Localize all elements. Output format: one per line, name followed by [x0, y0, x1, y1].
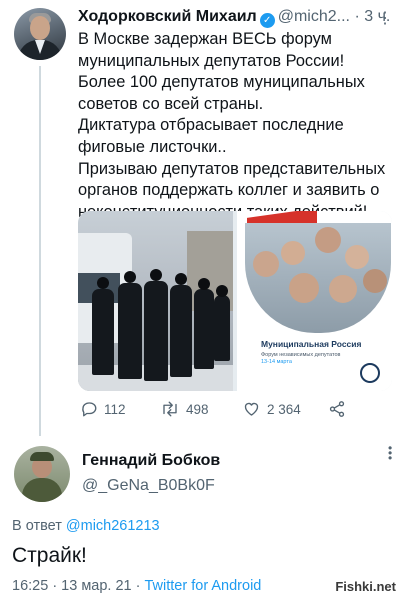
- poster-subtitle-text: Форум независимых депутатов: [261, 352, 341, 358]
- poster-logo-icon: [360, 363, 380, 383]
- verified-badge-icon: ✓: [259, 13, 275, 28]
- author-avatar[interactable]: [14, 8, 66, 60]
- client-link[interactable]: Twitter for Android: [145, 578, 262, 594]
- author-handle[interactable]: @mich2...: [278, 8, 350, 25]
- share-icon: [329, 401, 345, 417]
- reply-text: Страйк!: [12, 544, 87, 567]
- tweet-text: В Москве задержан ВЕСЬ форум муниципальн…: [78, 29, 396, 223]
- reply-to-mention-link[interactable]: @mich261213: [66, 518, 160, 534]
- thread-connector-line: [39, 66, 41, 436]
- reply-author-avatar[interactable]: [14, 446, 70, 502]
- header-separator: ·: [354, 8, 360, 25]
- reply-meta: 16:25 · 13 мар. 21 · Twitter for Android: [12, 578, 261, 594]
- reply-to-label: В ответ: [12, 518, 62, 534]
- reply-timestamp: 16:25 · 13 мар. 21 ·: [12, 578, 145, 594]
- tweet-header: Ходорковский Михаил ✓ @mich2... · 3 ч.: [78, 8, 396, 28]
- tweet-media: Муниципальная Россия Форум независимых д…: [78, 211, 392, 391]
- retweet-button[interactable]: 498: [160, 400, 209, 418]
- watermark: Fishki.net: [331, 577, 400, 596]
- like-count: 2 364: [267, 401, 301, 417]
- poster-title: Муниципальная Россия: [261, 339, 362, 349]
- reply-to-line: В ответ @mich261213: [12, 518, 160, 534]
- reply-author-handle[interactable]: @_GeNa_B0Bk0F: [82, 477, 215, 495]
- more-options-icon[interactable]: ⋮: [377, 8, 394, 28]
- tweet-text-line: В Москве задержан ВЕСЬ форум муниципальн…: [78, 30, 365, 113]
- poster-dates: 13-14 марта: [261, 359, 292, 365]
- poster-subtitle: Форум независимых депутатов 13-14 марта: [261, 352, 361, 366]
- tweet-text-line: Диктатура отбрасывает последние фиговые …: [78, 116, 344, 156]
- retweet-count: 498: [186, 401, 209, 417]
- reply-more-options-icon[interactable]: • • •: [388, 442, 392, 464]
- heart-icon: [244, 402, 259, 416]
- share-button[interactable]: [328, 400, 346, 418]
- tweet-action-bar: 112 498 2 364: [78, 400, 378, 420]
- reply-icon: [82, 402, 97, 417]
- media-photo-poster[interactable]: Муниципальная Россия Форум независимых д…: [237, 211, 392, 391]
- reply-count: 112: [104, 401, 126, 417]
- media-photo-police[interactable]: [78, 211, 233, 391]
- retweet-icon: [163, 401, 177, 417]
- like-button[interactable]: 2 364: [242, 400, 301, 418]
- author-name[interactable]: Ходорковский Михаил: [78, 8, 257, 25]
- reply-button[interactable]: 112: [80, 400, 126, 418]
- reply-author-name[interactable]: Геннадий Бобков: [82, 452, 220, 470]
